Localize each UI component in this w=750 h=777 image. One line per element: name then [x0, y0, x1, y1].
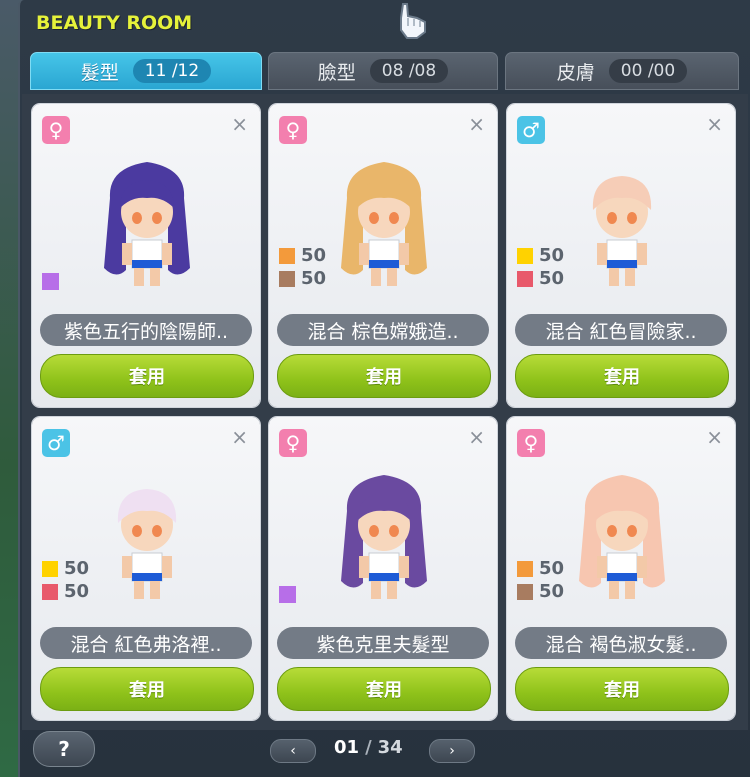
color-ratio: 50 [64, 581, 90, 602]
hair-name: 混合 棕色嫦娥造.. [277, 314, 489, 346]
avatar-preview [557, 461, 687, 611]
close-icon[interactable]: × [706, 427, 723, 447]
hair-name: 混合 紅色弗洛裡.. [40, 627, 252, 659]
avatar-preview [557, 148, 687, 298]
male-icon: ♂ [517, 116, 545, 144]
tab-hair[interactable]: 髮型 11 /12 [30, 52, 262, 90]
color-ratio: 50 [539, 268, 565, 289]
hair-card[interactable]: ♀ × 50 50 混合 棕色嫦娥造.. 套用 [269, 104, 497, 407]
avatar-preview [82, 148, 212, 298]
color-mix-row: 50 [42, 557, 89, 580]
color-ratio: 50 [301, 245, 327, 266]
color-swatch [517, 560, 533, 577]
apply-button[interactable]: 套用 [277, 354, 491, 398]
color-mix-row: 50 [42, 580, 89, 603]
pointer-hand-icon [400, 3, 426, 39]
color-swatch [517, 247, 533, 264]
color-mix: 50 50 [517, 557, 564, 603]
color-mix-row: 50 [517, 557, 564, 580]
color-mix-row: 50 [517, 244, 564, 267]
hair-card[interactable]: ♂ × 50 50 混合 紅色冒險家.. 套用 [507, 104, 735, 407]
color-ratio: 50 [64, 558, 90, 579]
color-mix-row: 50 [517, 580, 564, 603]
female-icon: ♀ [517, 429, 545, 457]
apply-button[interactable]: 套用 [40, 667, 254, 711]
category-tabs: 髮型 11 /12 臉型 08 /08 皮膚 00 /00 [30, 52, 740, 90]
color-ratio: 50 [539, 245, 565, 266]
hair-card[interactable]: ♂ × 50 50 混合 紅色弗洛裡.. 套用 [32, 417, 260, 720]
color-swatch [279, 586, 296, 603]
tab-face[interactable]: 臉型 08 /08 [268, 52, 498, 90]
color-swatch [42, 583, 58, 600]
close-icon[interactable]: × [231, 427, 248, 447]
apply-button[interactable]: 套用 [515, 354, 729, 398]
tab-skin-label: 皮膚 [556, 61, 595, 84]
hair-card[interactable]: ♀ × 紫色克里夫髮型 套用 [269, 417, 497, 720]
color-swatch [279, 247, 295, 264]
prev-page-button[interactable]: ‹ [270, 739, 316, 763]
color-mix-row: 50 [517, 267, 564, 290]
next-page-button[interactable]: › [429, 739, 475, 763]
hair-card[interactable]: ♀ × 紫色五行的陰陽師.. 套用 [32, 104, 260, 407]
close-icon[interactable]: × [468, 427, 485, 447]
avatar-preview [82, 461, 212, 611]
tab-hair-count: 11 /12 [132, 59, 212, 83]
tab-hair-label: 髮型 [80, 61, 119, 84]
page-separator: / [365, 737, 372, 758]
color-mix: 50 50 [42, 557, 89, 603]
female-icon: ♀ [42, 116, 70, 144]
hair-card[interactable]: ♀ × 50 50 混合 褐色淑女髮.. 套用 [507, 417, 735, 720]
female-icon: ♀ [279, 429, 307, 457]
hair-name: 混合 紅色冒險家.. [515, 314, 727, 346]
window-title: BEAUTY ROOM [36, 12, 193, 34]
hair-name: 混合 褐色淑女髮.. [515, 627, 727, 659]
page-indicator: 01 / 34 [334, 737, 403, 758]
page-total: 34 [377, 737, 403, 758]
hair-name: 紫色五行的陰陽師.. [40, 314, 252, 346]
color-mix-row: 50 [279, 244, 326, 267]
close-icon[interactable]: × [706, 114, 723, 134]
tab-skin-count: 00 /00 [608, 59, 688, 83]
color-mix-row: 50 [279, 267, 326, 290]
tab-face-label: 臉型 [317, 61, 356, 84]
color-mix: 50 50 [517, 244, 564, 290]
male-icon: ♂ [42, 429, 70, 457]
tab-skin[interactable]: 皮膚 00 /00 [505, 52, 739, 90]
color-ratio: 50 [539, 558, 565, 579]
tab-face-count: 08 /08 [369, 59, 449, 83]
color-ratio: 50 [301, 268, 327, 289]
avatar-preview [319, 461, 449, 611]
color-ratio: 50 [539, 581, 565, 602]
apply-button[interactable]: 套用 [515, 667, 729, 711]
color-swatch [42, 560, 58, 577]
apply-button[interactable]: 套用 [277, 667, 491, 711]
color-swatch [517, 270, 533, 287]
color-swatch [279, 270, 295, 287]
page-current: 01 [334, 737, 360, 758]
close-icon[interactable]: × [468, 114, 485, 134]
color-mix: 50 50 [279, 244, 326, 290]
help-button[interactable]: ? [33, 731, 95, 767]
hair-name: 紫色克里夫髮型 [277, 627, 489, 659]
color-swatch [517, 583, 533, 600]
apply-button[interactable]: 套用 [40, 354, 254, 398]
avatar-preview [319, 148, 449, 298]
close-icon[interactable]: × [231, 114, 248, 134]
color-swatch [42, 273, 59, 290]
female-icon: ♀ [279, 116, 307, 144]
